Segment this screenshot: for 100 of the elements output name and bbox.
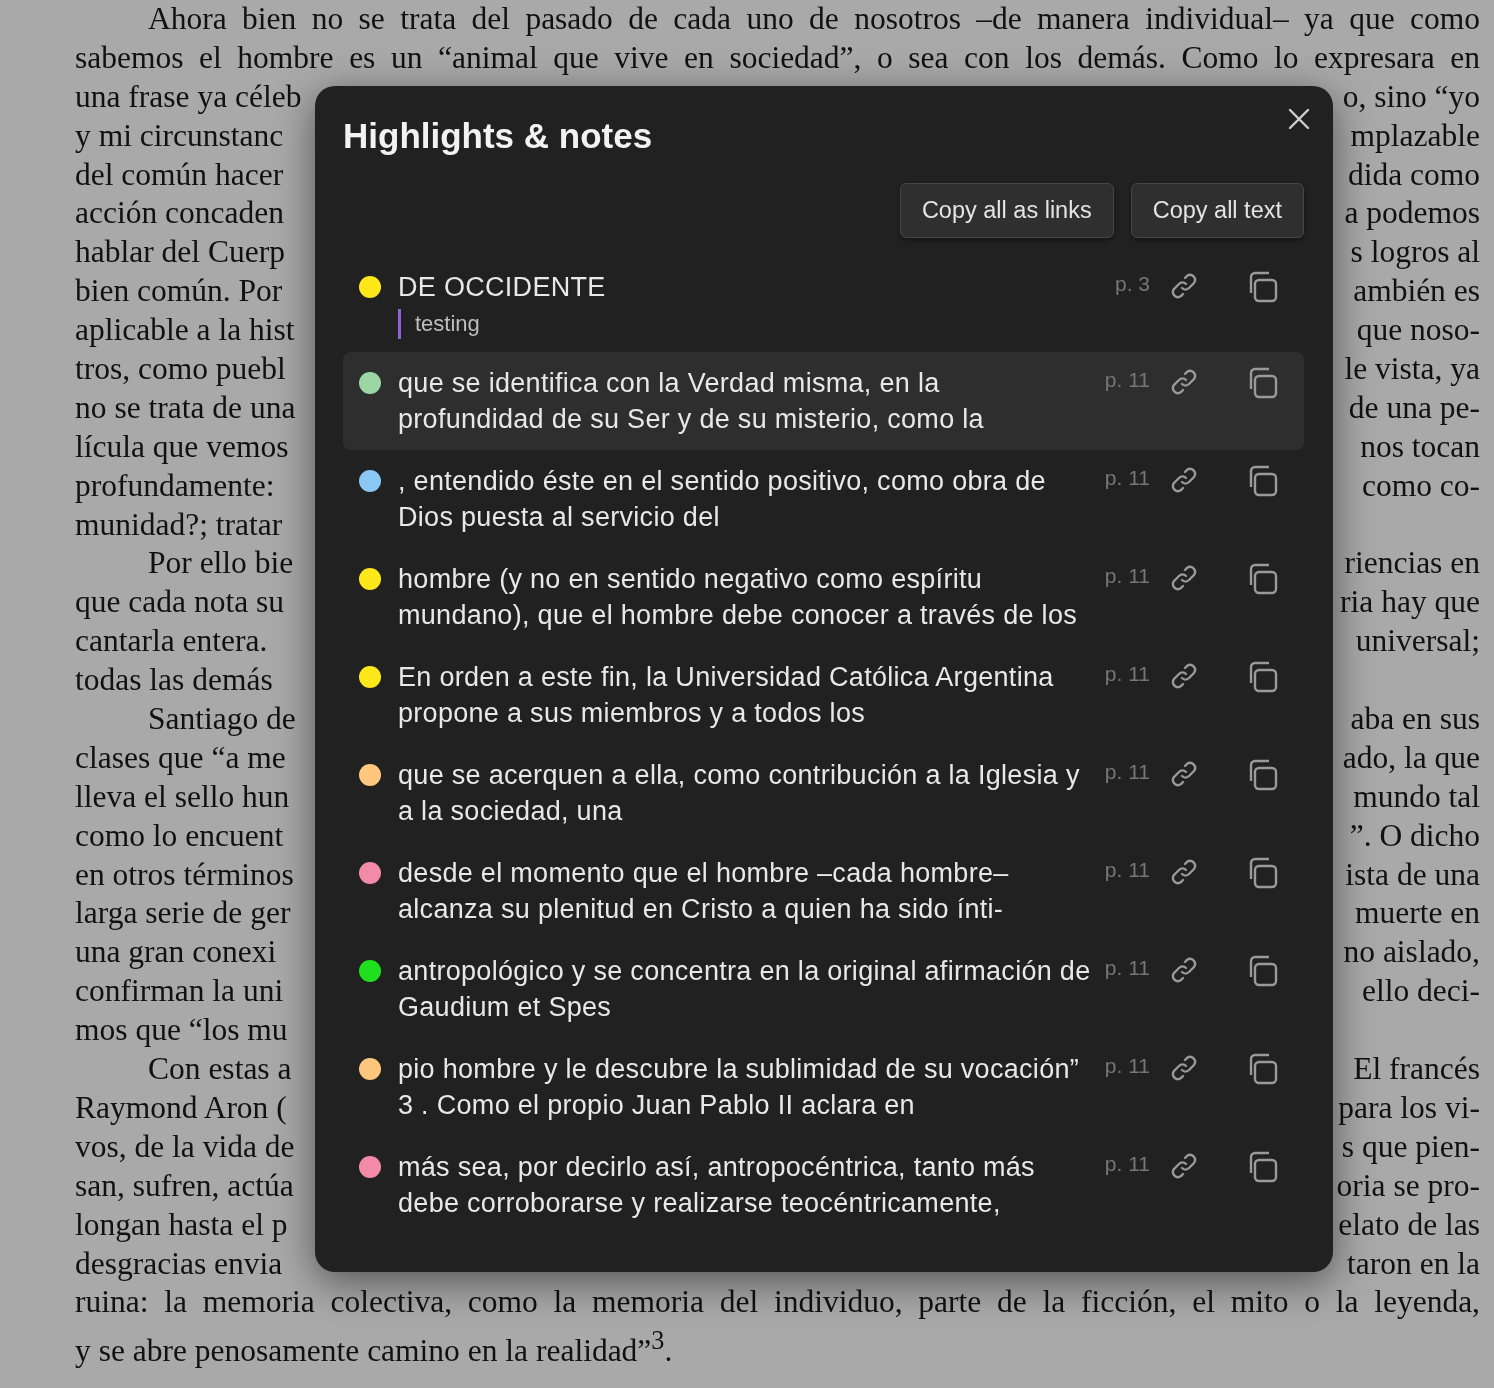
body-text: no aislado, xyxy=(1343,933,1480,972)
page-number: p. 11 xyxy=(1104,1053,1150,1079)
body-text: lleva el sello hun xyxy=(75,777,290,816)
body-text: ruina: la memoria colectiva, como la memoria del individuo, parte de la ficción, el mito o la leyenda, xyxy=(75,1283,1480,1322)
body-text: san, sufren, actúa xyxy=(75,1166,294,1205)
link-icon[interactable] xyxy=(1169,661,1199,691)
highlight-row[interactable]: DE OCCIDENTE p. 3 testing xyxy=(343,256,1304,352)
body-text: que noso- xyxy=(1356,311,1480,350)
page-number: p. 11 xyxy=(1104,367,1150,393)
page-number: p. 11 xyxy=(1104,955,1150,981)
body-text: muerte en xyxy=(1354,894,1480,933)
highlight-row[interactable]: antropológico y se concentra en la original afirmación de Gaudium et Spes p. 11 xyxy=(343,940,1304,1038)
body-text: ambién es xyxy=(1353,272,1480,311)
body-text: Ahora bien no se trata del pasado de cada uno de nosotros –de manera individual– ya que como xyxy=(147,0,1480,38)
highlight-text: más sea, por decirlo así, antropocéntrica, tanto más debe corroborarse y realizarse teocéntricamente, xyxy=(398,1151,1036,1220)
body-text: Raymond Aron ( xyxy=(75,1088,287,1127)
link-icon[interactable] xyxy=(1169,563,1199,593)
body-text: ado, la que xyxy=(1342,738,1480,777)
highlight-text: DE OCCIDENTE xyxy=(398,271,607,304)
page-number: p. 11 xyxy=(1104,857,1150,883)
body-text: Con estas a xyxy=(147,1050,292,1089)
page-number: p. 11 xyxy=(1104,465,1150,491)
body-text: munidad?; tratar xyxy=(75,505,283,544)
body-text: s que pien- xyxy=(1341,1127,1480,1166)
body-text: confirman la uni xyxy=(75,972,284,1011)
note-text: testing xyxy=(398,309,480,339)
body-text: sabemos el hombre es un “animal que vive en sociedad”, o sea con los demás. Como lo expresara en xyxy=(75,38,1480,77)
page-number: p. 11 xyxy=(1104,563,1150,589)
highlight-text: que se acerquen a ella, como contribución a la Iglesia y a la sociedad, una xyxy=(398,759,1081,828)
highlight-row[interactable]: desde el momento que el hombre –cada hombre– alcanza su plenitud en Cristo a quien ha sido ínti- p. 11 xyxy=(343,842,1304,940)
dialog-title: Highlights & notes xyxy=(343,115,653,157)
body-text: le vista, ya xyxy=(1344,350,1480,388)
body-text: como lo encuent xyxy=(75,816,284,855)
body-text: vos, de la vida de xyxy=(75,1127,295,1166)
body-text: a podemos xyxy=(1344,194,1480,233)
body-text: s logros al xyxy=(1350,233,1480,272)
highlight-row[interactable]: pio hombre y le descubre la sublimidad de su vocación” 3 . Como el propio Juan Pablo II aclara en p. 11 xyxy=(343,1038,1304,1136)
body-text: nos tocan xyxy=(1360,427,1480,466)
body-text: no se trata de una xyxy=(75,388,296,427)
highlight-row[interactable]: que se identifica con la Verdad misma, en la profundidad de su Ser y de su misterio, como la p. 11 xyxy=(343,352,1304,450)
body-text: como co- xyxy=(1361,466,1480,505)
highlight-row[interactable]: , entendido éste en el sentido positivo, como obra de Dios puesta al servicio del p. 11 xyxy=(343,450,1304,548)
link-icon[interactable] xyxy=(1169,367,1199,397)
body-text: y se abre penosamente camino en la realidad”$^{3}$. xyxy=(75,1325,674,1370)
body-text: clases que “a me xyxy=(75,738,286,777)
highlight-row[interactable]: En orden a este fin, la Universidad Católica Argentina propone a sus miembros y a todos los p. 11 xyxy=(343,646,1304,744)
link-icon[interactable] xyxy=(1169,955,1199,985)
body-text: bien común. Por xyxy=(75,272,283,311)
body-text: cantarla entera. xyxy=(75,622,268,661)
body-text: ista de una xyxy=(1345,855,1480,894)
highlight-text: desde el momento que el hombre –cada hombre– alcanza su plenitud en Cristo a quien ha sido ínti- xyxy=(398,857,1010,926)
body-text: aplicable a la hist xyxy=(75,311,295,350)
body-text: que cada nota su xyxy=(75,583,285,622)
copy-button[interactable]: Copy all as links xyxy=(899,183,1114,238)
body-text: para los vi- xyxy=(1338,1088,1480,1127)
body-text: Santiago de xyxy=(147,700,296,739)
body-text: lícula que vemos xyxy=(75,427,289,466)
page-number: p. 11 xyxy=(1104,1151,1150,1177)
highlight-text: hombre (y no en sentido negativo como espíritu mundano), que el hombre debe conocer a través de los xyxy=(398,563,1078,632)
link-icon[interactable] xyxy=(1169,1151,1199,1181)
body-text: ello deci- xyxy=(1361,972,1480,1011)
body-text: taron en la xyxy=(1347,1244,1480,1283)
body-text: larga serie de ger xyxy=(75,894,291,933)
body-text: del común hacer xyxy=(75,155,284,194)
body-text: universal; xyxy=(1355,622,1480,661)
body-text: desgracias envia xyxy=(75,1244,283,1283)
highlight-row[interactable]: que se acerquen a ella, como contribución a la Iglesia y a la sociedad, una p. 11 xyxy=(343,744,1304,842)
link-icon[interactable] xyxy=(1169,271,1199,301)
body-text: elato de las xyxy=(1338,1205,1480,1244)
body-text: oria se pro- xyxy=(1336,1166,1480,1205)
body-text: todas las demás xyxy=(75,661,273,700)
highlight-text: que se identifica con la Verdad misma, en la profundidad de su Ser y de su misterio, como la xyxy=(398,367,985,436)
link-icon[interactable] xyxy=(1169,759,1199,789)
body-text: y mi circunstanc xyxy=(75,116,284,155)
body-text: El francés xyxy=(1353,1050,1480,1089)
highlight-text: En orden a este fin, la Universidad Católica Argentina propone a sus miembros y a todos los xyxy=(398,661,1055,730)
body-text: profundamente: xyxy=(75,466,275,505)
page-number: p. 11 xyxy=(1104,661,1150,687)
link-icon[interactable] xyxy=(1169,465,1199,495)
copy-button[interactable]: Copy all text xyxy=(1130,183,1304,238)
highlight-row[interactable]: hombre (y no en sentido negativo como espíritu mundano), que el hombre debe conocer a través de los p. 11 xyxy=(343,548,1304,646)
body-text: ”. O dicho xyxy=(1349,816,1480,855)
link-icon[interactable] xyxy=(1169,857,1199,887)
body-text: aba en sus xyxy=(1350,700,1480,739)
highlight-text: pio hombre y le descubre la sublimidad de su vocación” 3 . Como el propio Juan Pablo II aclara en xyxy=(398,1053,1081,1122)
body-text: hablar del Cuerp xyxy=(75,233,285,272)
body-text: Por ello bie xyxy=(147,544,294,583)
highlight-text: antropológico y se concentra en la original afirmación de Gaudium et Spes xyxy=(398,955,1092,1024)
highlight-row[interactable]: más sea, por decirlo así, antropocéntrica, tanto más debe corroborarse y realizarse teocéntricamente, p. 11 xyxy=(343,1136,1304,1234)
close-icon[interactable] xyxy=(1288,108,1310,130)
body-text: en otros términos xyxy=(75,855,294,894)
body-text: dida como xyxy=(1347,155,1480,194)
body-text: tros, como puebl xyxy=(75,350,286,388)
body-text: acción concaden xyxy=(75,194,284,233)
highlight-text: , entendido éste en el sentido positivo, como obra de Dios puesta al servicio del xyxy=(398,465,1047,534)
link-icon[interactable] xyxy=(1169,1053,1199,1083)
page-number: p. 3 xyxy=(1114,271,1150,297)
body-text: longan hasta el p xyxy=(75,1205,288,1244)
body-text: de una pe- xyxy=(1348,388,1480,427)
body-text: mos que “los mu xyxy=(75,1011,288,1050)
